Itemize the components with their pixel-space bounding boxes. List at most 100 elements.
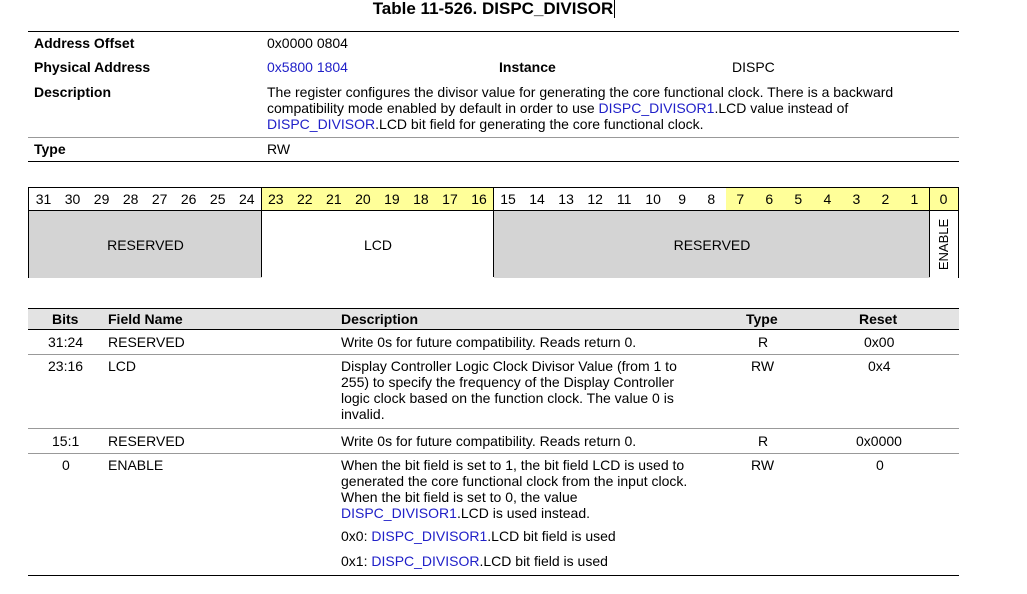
- option-value: 0x0:: [341, 528, 372, 544]
- bit-number-17: 17: [435, 188, 465, 210]
- bit-number-4: 4: [812, 188, 842, 210]
- col-reset: Reset: [859, 311, 898, 327]
- row-type: RW: [751, 358, 775, 374]
- description-line-2: compatibility mode enabled by default in…: [267, 100, 947, 116]
- bit-number-5: 5: [783, 188, 813, 210]
- bit-number-26: 26: [180, 191, 197, 207]
- row-divider: [28, 354, 959, 355]
- description-line-3: DISPC_DIVISOR.LCD bit field for generati…: [267, 116, 947, 132]
- bit-number-15: 15: [500, 191, 516, 207]
- bit-number-1: 1: [899, 188, 929, 210]
- bit-number-31: 31: [35, 191, 52, 207]
- field-lcd: LCD: [262, 211, 494, 278]
- description-text: .LCD value instead of: [714, 100, 849, 116]
- bit-number-18: 18: [406, 188, 436, 210]
- row-bits: 23:16: [48, 358, 84, 374]
- instance-label: Instance: [499, 59, 556, 75]
- row-type: RW: [751, 457, 775, 473]
- row-desc: Write 0s for future compatibility. Reads…: [341, 433, 637, 449]
- row-desc: Write 0s for future compatibility. Reads…: [341, 334, 637, 350]
- option-value: 0x1:: [341, 553, 372, 569]
- row-desc-line: When the bit field is set to 0, the valu…: [341, 489, 578, 505]
- col-description: Description: [341, 311, 419, 327]
- physical-address-link[interactable]: 0x5800 1804: [267, 59, 348, 75]
- row-field: RESERVED: [108, 334, 185, 350]
- field-reserved-low-label: RESERVED: [673, 236, 751, 253]
- register-description: The register configures the divisor valu…: [267, 84, 947, 132]
- field-reserved-low: RESERVED: [494, 211, 930, 278]
- bit-number-6: 6: [754, 188, 784, 210]
- bit-number-21: 21: [319, 188, 349, 210]
- row-type: R: [758, 334, 769, 350]
- row-field: RESERVED: [108, 433, 185, 449]
- address-offset-value: 0x0000 0804: [267, 35, 348, 51]
- row-field: ENABLE: [108, 457, 164, 473]
- dispc-divisor1-link[interactable]: DISPC_DIVISOR1: [371, 528, 487, 544]
- row-reset: 0x0000: [856, 433, 902, 449]
- row-desc: Display Controller Logic Clock Divisor V…: [341, 358, 677, 422]
- bit-number-30: 30: [64, 191, 81, 207]
- physical-address-label: Physical Address: [34, 59, 151, 75]
- option-text: .LCD bit field is used: [487, 528, 616, 544]
- bit-number-13: 13: [558, 191, 574, 207]
- instance-value: DISPC: [732, 59, 775, 75]
- field-reserved-high-label: RESERVED: [107, 236, 184, 253]
- address-offset-label: Address Offset: [34, 35, 135, 51]
- row-desc: When the bit field is set to 1, the bit …: [341, 457, 687, 569]
- option-0: 0x0: DISPC_DIVISOR1.LCD bit field is use…: [341, 528, 687, 544]
- option-text: .LCD bit field is used: [479, 553, 608, 569]
- bit-number-14: 14: [529, 191, 545, 207]
- description-text: compatibility mode enabled by default in…: [267, 100, 599, 116]
- bit-number-3: 3: [841, 188, 871, 210]
- bit-number-12: 12: [587, 191, 603, 207]
- bit-number-8: 8: [707, 191, 716, 207]
- table-title-text: Table 11-526. DISPC_DIVISOR: [372, 0, 614, 18]
- row-field: LCD: [108, 358, 137, 374]
- row-bits: 31:24: [48, 334, 84, 350]
- text-cursor: [614, 0, 616, 18]
- description-line-1: The register configures the divisor valu…: [267, 84, 894, 100]
- field-reserved-high: RESERVED: [29, 211, 262, 278]
- bit-number-20: 20: [348, 188, 378, 210]
- table-title: Table 11-526. DISPC_DIVISOR: [0, 0, 988, 18]
- description-text: .LCD bit field for generating the core f…: [375, 116, 704, 132]
- bit-number-9: 9: [678, 191, 687, 207]
- bit-diagram: 31 30 29 28 27 26 25 24 23 22 21 20 19 18 17 16 15 14 13 12…: [28, 187, 959, 278]
- field-enable-label: ENABLE: [936, 218, 952, 271]
- type-label: Type: [34, 141, 66, 157]
- dispc-divisor-link[interactable]: DISPC_DIVISOR: [267, 116, 375, 132]
- bit-divider: [261, 188, 262, 277]
- row-desc-line: invalid.: [341, 406, 385, 422]
- dispc-divisor1-link[interactable]: DISPC_DIVISOR1: [599, 100, 715, 116]
- bit-number-24: 24: [238, 191, 255, 207]
- bit-number-25: 25: [209, 191, 226, 207]
- row-desc-line: Display Controller Logic Clock Divisor V…: [341, 358, 677, 374]
- header-type-rule: [28, 137, 959, 138]
- description-label: Description: [34, 84, 112, 100]
- row-divider: [28, 453, 959, 454]
- header-bottom-rule: [28, 161, 959, 162]
- field-table-header: Bits Field Name Description Type Reset: [28, 308, 959, 330]
- bit-number-19: 19: [377, 188, 407, 210]
- option-1: 0x1: DISPC_DIVISOR.LCD bit field is used: [341, 553, 687, 569]
- field-lcd-label: LCD: [363, 236, 392, 253]
- col-field-name: Field Name: [108, 311, 183, 327]
- row-divider: [28, 428, 959, 429]
- type-value: RW: [267, 141, 291, 157]
- table-bottom-rule: [28, 575, 959, 576]
- bit-number-27: 27: [151, 191, 168, 207]
- row-desc-line: 255) to specify the frequency of the Dis…: [341, 374, 675, 390]
- field-enable: ENABLE: [930, 211, 958, 278]
- dispc-divisor-link[interactable]: DISPC_DIVISOR: [371, 553, 479, 569]
- bit-divider: [493, 188, 494, 277]
- row-bits: 15:1: [52, 433, 80, 449]
- bit-number-23: 23: [261, 188, 291, 210]
- row-reset: 0: [876, 457, 884, 473]
- row-desc-line: DISPC_DIVISOR1.LCD is used instead.: [341, 505, 687, 521]
- dispc-divisor1-link[interactable]: DISPC_DIVISOR1: [341, 505, 457, 521]
- bit-number-0: 0: [928, 188, 958, 210]
- bit-number-7: 7: [725, 188, 755, 210]
- col-type: Type: [746, 311, 778, 327]
- bit-number-10: 10: [645, 191, 661, 207]
- bit-number-29: 29: [93, 191, 110, 207]
